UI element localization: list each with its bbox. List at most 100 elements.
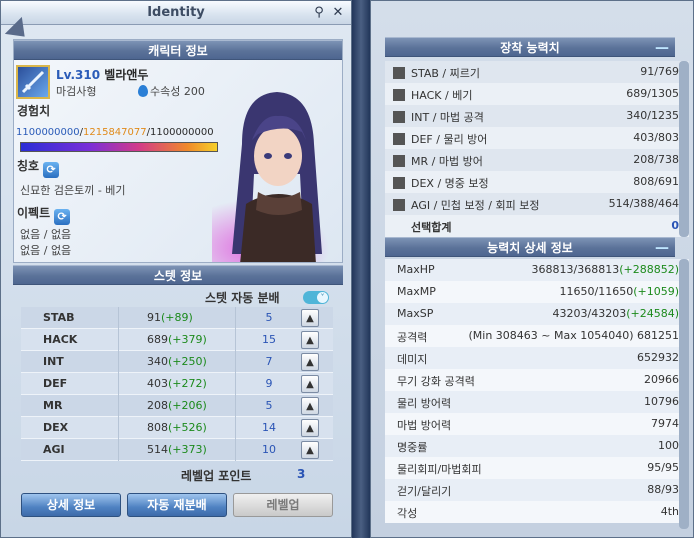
stat-value: 689(+379) [147, 333, 207, 346]
stat-name: DEF [43, 377, 68, 390]
stat-name: HACK [43, 333, 78, 346]
detail-row: 데미지 652932 [385, 347, 689, 369]
effect-value-1: 없음 / 없음 [20, 228, 72, 241]
title-refresh-icon[interactable]: ⟳ [43, 162, 60, 178]
select-total-row: 선택합계 0 [385, 215, 689, 237]
detail-row: MaxHP 368813/368813(+288852) [385, 259, 689, 281]
background-gap [352, 0, 370, 538]
stat-info-header: 스텟 정보 [13, 265, 343, 285]
equip-row[interactable]: INT / 마법 공격 340/1235 [385, 105, 689, 127]
stat-row-def: DEF 403(+272) 9 ▲ [21, 373, 333, 395]
stat-name: DEX [43, 421, 69, 434]
detail-info-button[interactable]: 상세 정보 [21, 493, 121, 517]
checkbox-icon[interactable] [393, 133, 405, 145]
stat-up-button[interactable]: ▲ [301, 397, 319, 415]
stat-up-button[interactable]: ▲ [301, 375, 319, 393]
equip-row[interactable]: DEX / 명중 보정 808/691 [385, 171, 689, 193]
stat-value: 514(+373) [147, 443, 207, 456]
search-icon[interactable]: ⚲ [311, 5, 327, 21]
collapse-icon[interactable]: — [655, 238, 669, 258]
title-value: 신묘한 검은토끼 - 베기 [20, 184, 126, 197]
equip-stats-header: 장착 능력치 — [385, 37, 675, 57]
stat-table: STAB 91(+89) 5 ▲ HACK 689(+379) 15 ▲ INT… [21, 307, 333, 461]
close-icon[interactable]: ✕ [330, 5, 346, 21]
char-info-header: 캐릭터 정보 [14, 40, 342, 60]
stat-points: 5 [265, 399, 273, 412]
stat-up-button[interactable]: ▲ [301, 353, 319, 371]
auto-redistribute-button[interactable]: 자동 재분배 [127, 493, 227, 517]
stat-up-button[interactable]: ▲ [301, 419, 319, 437]
detail-row: 각성 4th [385, 501, 689, 523]
detail-row: MaxMP 11650/11650(+1059) [385, 281, 689, 303]
auto-distribute-toggle[interactable]: ˅ [303, 291, 329, 304]
character-name: 벨라앤두 [104, 68, 149, 82]
stat-name: AGI [43, 443, 65, 456]
checkbox-icon[interactable] [393, 199, 405, 211]
chevron-down-icon: ˅ [317, 292, 328, 303]
window-title: Identity [147, 5, 205, 20]
stat-up-button[interactable]: ▲ [301, 309, 319, 327]
checkbox-icon[interactable] [393, 155, 405, 167]
stat-row-dex: DEX 808(+526) 14 ▲ [21, 417, 333, 439]
detail-stats-header: 능력치 상세 정보 — [385, 237, 675, 257]
stat-row-stab: STAB 91(+89) 5 ▲ [21, 307, 333, 329]
stat-value: 208(+206) [147, 399, 207, 412]
detail-row: 마법 방어력 7974 [385, 413, 689, 435]
stat-name: STAB [43, 311, 75, 324]
detail-stats-title: 능력치 상세 정보 [487, 241, 573, 255]
collapse-icon[interactable]: — [655, 38, 669, 58]
table-divider [235, 307, 236, 461]
stat-points: 7 [265, 355, 273, 368]
checkbox-icon[interactable] [393, 111, 405, 123]
scrollbar[interactable] [679, 259, 689, 529]
identity-window: Identity ⚲ ✕ 캐릭터 정보 Lv.310 벨라앤두 마검사형 수속성… [0, 0, 352, 538]
stat-points: 15 [262, 333, 276, 346]
detail-row: MaxSP 43203/43203(+24584) [385, 303, 689, 325]
equip-row[interactable]: MR / 마법 방어 208/738 [385, 149, 689, 171]
character-portrait [212, 92, 342, 262]
element-value: 수속성 200 [150, 85, 205, 98]
stat-points: 14 [262, 421, 276, 434]
class-name: 마검사형 [56, 85, 97, 98]
exp-label: 경험치 [17, 104, 51, 118]
checkbox-icon[interactable] [393, 89, 405, 101]
checkbox-icon[interactable] [393, 177, 405, 189]
auto-distribute-label: 스텟 자동 분배 [205, 291, 280, 305]
stat-row-agi: AGI 514(+373) 10 ▲ [21, 439, 333, 461]
title-row: 칭호 ⟳ [17, 157, 60, 178]
stat-value: 808(+526) [147, 421, 207, 434]
exp-segment-3: 1100000000 [150, 127, 214, 138]
equip-row[interactable]: AGI / 민첩 보정 / 회피 보정 514/388/464 [385, 193, 689, 215]
effect-row: 이펙트 ⟳ [17, 204, 71, 225]
stat-value: 91(+89) [147, 311, 193, 324]
detail-row: 무기 강화 공격력 20966 [385, 369, 689, 391]
scrollbar[interactable] [679, 61, 689, 237]
select-total-label: 선택합계 [411, 221, 452, 234]
level: Lv.310 [56, 68, 101, 82]
stat-points: 5 [265, 311, 273, 324]
stat-up-button[interactable]: ▲ [301, 331, 319, 349]
exp-values: 1100000000/1215847077/1100000000 [16, 127, 214, 138]
equip-stats-title: 장착 능력치 [500, 41, 560, 55]
stat-up-button[interactable]: ▲ [301, 441, 319, 459]
checkbox-icon[interactable] [393, 67, 405, 79]
levelup-button[interactable]: 레벨업 [233, 493, 333, 517]
equip-row[interactable]: HACK / 베기 689/1305 [385, 83, 689, 105]
detail-row: 걷기/달리기 88/93 [385, 479, 689, 501]
exp-segment-2: 1215847077 [83, 127, 147, 138]
equip-row[interactable]: DEF / 물리 방어 403/803 [385, 127, 689, 149]
equip-row[interactable]: STAB / 찌르기 91/769 [385, 61, 689, 83]
levelup-points-label: 레벨업 포인트 [181, 469, 252, 483]
exp-bar [20, 142, 218, 152]
effect-value-2: 없음 / 없음 [20, 244, 72, 257]
effect-label: 이펙트 [17, 206, 51, 220]
table-divider [118, 307, 119, 461]
stat-points: 9 [265, 377, 273, 390]
stat-value: 403(+272) [147, 377, 207, 390]
detail-row: 물리 방어력 10796 [385, 391, 689, 413]
effect-refresh-icon[interactable]: ⟳ [54, 209, 71, 225]
water-drop-icon [138, 85, 148, 97]
window-titlebar[interactable]: Identity ⚲ ✕ [1, 1, 351, 25]
character-info-panel: 캐릭터 정보 Lv.310 벨라앤두 마검사형 수속성 200 경험치 1100… [13, 39, 343, 263]
stat-row-hack: HACK 689(+379) 15 ▲ [21, 329, 333, 351]
